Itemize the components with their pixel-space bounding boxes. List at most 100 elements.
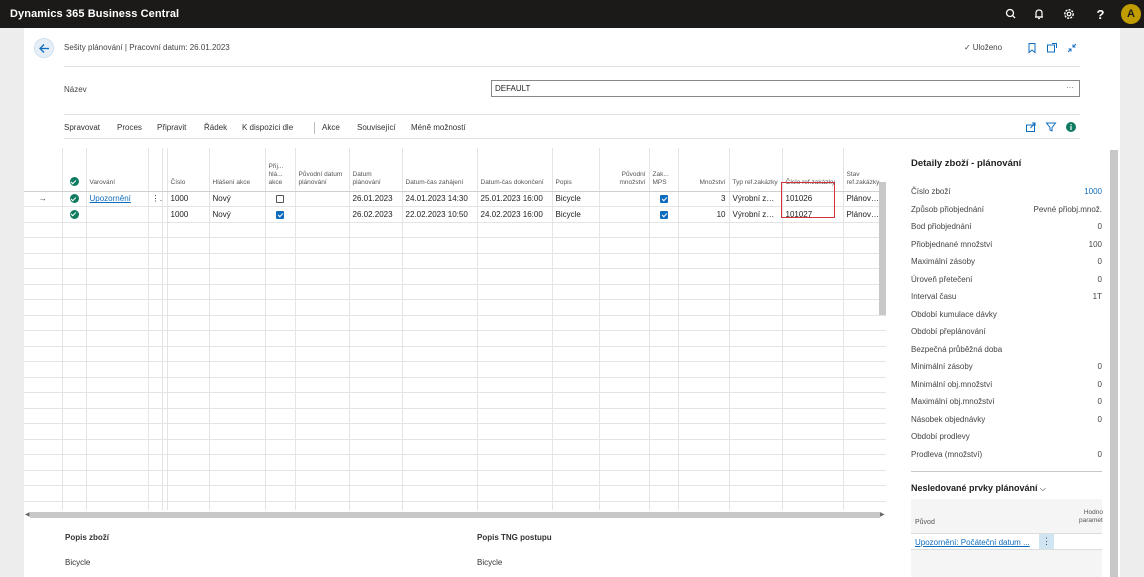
filter-icon[interactable]	[1045, 121, 1057, 133]
cell-mps[interactable]	[649, 191, 679, 207]
col-action-message[interactable]: Hlášení akce	[209, 148, 266, 192]
col-ending-datetime[interactable]: Datum-čas dokončení	[477, 148, 553, 192]
cell-end[interactable]: 25.01.2023 16:00	[477, 191, 553, 207]
factbox-row: Číslo zboží 1000	[911, 187, 1102, 196]
cell-number[interactable]: 1000	[167, 191, 210, 207]
cell-orig_qty[interactable]	[599, 191, 650, 207]
row-menu[interactable]	[148, 206, 163, 223]
select-all-check-icon[interactable]	[69, 177, 79, 187]
grid-horizontal-scrollbar[interactable]	[30, 512, 880, 518]
factbox-value: 0	[1097, 449, 1102, 459]
cell-qty[interactable]: 3	[678, 191, 730, 207]
cell-start[interactable]: 24.01.2023 14:30	[402, 191, 478, 207]
col-due-date[interactable]: Datum plánování	[349, 148, 403, 192]
cell-end[interactable]: 24.02.2023 16:00	[477, 206, 553, 223]
action-actions[interactable]: Akce	[322, 123, 340, 132]
cell-orig_date[interactable]	[295, 206, 350, 223]
cell-warning[interactable]	[86, 206, 149, 223]
col-source[interactable]: Původ	[915, 519, 935, 526]
info-icon[interactable]	[1065, 121, 1077, 133]
cell-action_msg[interactable]: Nový	[209, 191, 266, 207]
cell-orig_date[interactable]	[295, 191, 350, 207]
cell-plan_date[interactable]: 26.02.2023	[349, 206, 403, 223]
cell-plan_date[interactable]: 26.01.2023	[349, 191, 403, 207]
col-quantity[interactable]: Množství	[678, 148, 730, 192]
factbox-value[interactable]: 1000	[1084, 187, 1102, 196]
cell-mps[interactable]	[649, 206, 679, 223]
row-menu-button[interactable]: ⋮	[1039, 534, 1054, 549]
row-status[interactable]	[62, 206, 87, 223]
cell-number[interactable]: 1000	[167, 206, 210, 223]
action-prepare[interactable]: Připravit	[157, 123, 186, 132]
help-icon[interactable]: ?	[1092, 6, 1108, 22]
collapse-icon[interactable]	[1066, 42, 1078, 54]
cell-action_msg[interactable]: Nový	[209, 206, 266, 223]
empty-cell	[349, 439, 403, 455]
warning-link[interactable]: Upozornění	[90, 194, 131, 203]
mps-checkbox[interactable]	[659, 195, 668, 204]
empty-cell	[782, 222, 844, 238]
action-manage[interactable]: Spravovat	[64, 123, 100, 132]
scroll-right-arrow[interactable]: ▶	[880, 511, 885, 518]
app-title[interactable]: Dynamics 365 Business Central	[10, 8, 179, 20]
action-fewer-options[interactable]: Méně možností	[411, 123, 466, 132]
avatar[interactable]: A	[1121, 4, 1141, 24]
accept-checkbox[interactable]	[276, 195, 284, 204]
col-select-all[interactable]	[62, 148, 87, 192]
back-button[interactable]	[34, 38, 54, 58]
col-original-due-date[interactable]: Původní datum plánování	[295, 148, 350, 192]
empty-cell	[477, 454, 553, 471]
col-accept-action[interactable]: Přij... hlá... akce	[265, 148, 296, 192]
cell-qty[interactable]: 10	[678, 206, 730, 223]
bell-icon[interactable]	[1031, 6, 1047, 22]
empty-cell	[729, 222, 783, 238]
col-original-quantity[interactable]: Původní množství	[599, 148, 650, 192]
open-new-window-icon[interactable]	[1046, 42, 1058, 54]
cell-orig_qty[interactable]	[599, 206, 650, 223]
empty-cell	[552, 423, 600, 440]
cell-ref_type[interactable]: Výrobní zak...	[729, 191, 783, 207]
search-icon[interactable]	[1003, 6, 1019, 22]
col-warning[interactable]: Varování	[86, 148, 149, 192]
table-row[interactable]: 1000 Nový 26.02.2023 22.02.2023 10:50 24.02.…	[24, 206, 886, 223]
cell-desc[interactable]: Bicycle	[552, 206, 600, 223]
row-status[interactable]	[62, 191, 87, 207]
col-mps-order[interactable]: Zak... MPS	[649, 148, 679, 192]
cell-accept[interactable]	[265, 191, 296, 207]
action-line[interactable]: Řádek	[204, 123, 227, 132]
factbox-scrollbar[interactable]	[1110, 150, 1118, 577]
share-icon[interactable]	[1025, 121, 1037, 133]
factbox-value: 0	[1097, 274, 1102, 284]
cell-warning[interactable]: Upozornění	[86, 191, 149, 207]
col-ref-order-type[interactable]: Typ ref.zakázky	[729, 148, 783, 192]
name-field[interactable]: DEFAULT ···	[491, 80, 1080, 97]
accept-checkbox[interactable]	[276, 210, 284, 219]
action-available-by[interactable]: K dispozici dle	[242, 123, 293, 132]
cell-start[interactable]: 22.02.2023 10:50	[402, 206, 478, 223]
cell-ref_type[interactable]: Výrobní zak...	[729, 206, 783, 223]
planning-lines-grid: Varování Číslo Hlášení akce Přij... hlá.…	[24, 148, 886, 510]
bookmark-icon[interactable]	[1026, 42, 1038, 54]
col-starting-datetime[interactable]: Datum-čas zahájení	[402, 148, 478, 192]
mps-checkbox[interactable]	[659, 210, 668, 219]
untracked-planning-title[interactable]: Nesledované prvky plánování ⌵	[911, 483, 1046, 494]
cell-accept[interactable]	[265, 206, 296, 223]
col-parameter-value[interactable]: Hodno parametr	[1079, 509, 1103, 525]
action-related[interactable]: Související	[357, 123, 396, 132]
empty-cell	[265, 439, 296, 455]
untracked-source-link[interactable]: Upozornění: Počáteční datum ...	[915, 538, 1030, 547]
table-row[interactable]: → Upozornění ⋮ 1000 Nový 26.01.2023 24.01.2023…	[24, 191, 886, 207]
empty-cell	[24, 423, 63, 440]
factbox-value: Pevné přiobj.množ.	[1033, 204, 1102, 214]
action-process[interactable]: Proces	[117, 123, 142, 132]
cell-desc[interactable]: Bicycle	[552, 191, 600, 207]
scroll-left-arrow[interactable]: ◀	[25, 511, 30, 518]
col-description[interactable]: Popis	[552, 148, 600, 192]
col-number[interactable]: Číslo	[167, 148, 210, 192]
row-menu[interactable]: ⋮	[148, 191, 163, 207]
gear-icon[interactable]	[1061, 6, 1077, 22]
name-lookup-button[interactable]: ···	[1066, 83, 1074, 92]
grid-vertical-scrollbar[interactable]	[879, 182, 886, 315]
empty-cell	[599, 253, 650, 269]
untracked-row[interactable]: Upozornění: Počáteční datum ... ⋮	[911, 533, 1102, 550]
